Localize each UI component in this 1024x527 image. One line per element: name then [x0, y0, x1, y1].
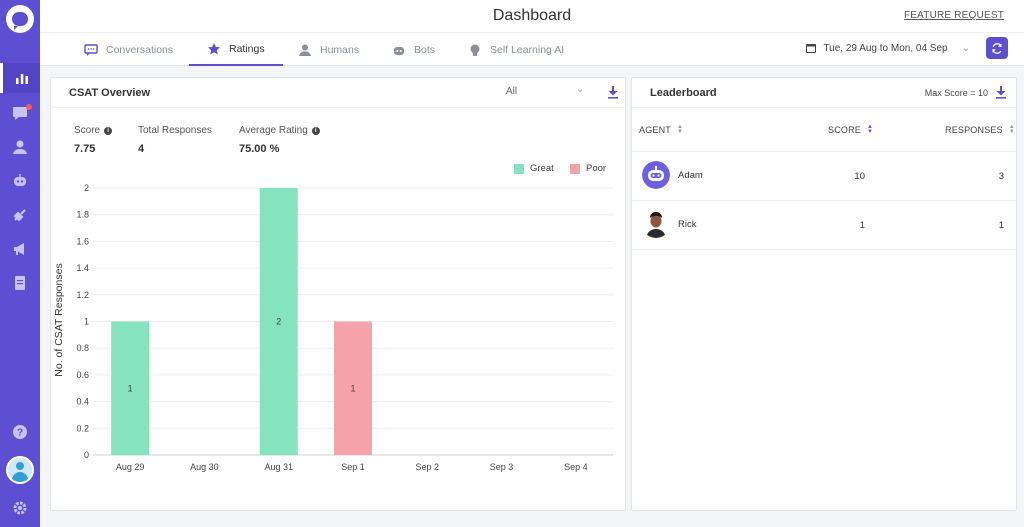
agent-name: Adam: [678, 170, 703, 181]
chat-icon: [84, 43, 98, 56]
leaderboard-row[interactable]: Rick 1 1: [632, 201, 1016, 250]
leaderboard-header: Leaderboard Max Score = 10: [632, 78, 1016, 108]
download-icon[interactable]: [995, 85, 1007, 99]
tab-ratings[interactable]: Ratings: [189, 33, 283, 66]
y-tick-label: 0.6: [76, 370, 89, 380]
bar-data-label: 1: [128, 383, 133, 393]
feature-request-link[interactable]: FEATURE REQUEST: [904, 10, 1004, 21]
tab-label: Self Learning AI: [490, 43, 565, 56]
top-bar: Dashboard FEATURE REQUEST: [40, 0, 1024, 33]
leaderboard-card: Leaderboard Max Score = 10 AGENT ▲ ▼ SCORE…: [631, 77, 1017, 511]
agent-responses: 3: [998, 171, 1004, 182]
y-tick-label: 0: [84, 450, 89, 460]
y-tick-label: 2: [84, 183, 89, 193]
y-tick-label: 1.4: [76, 263, 89, 273]
tab-label: Humans: [320, 43, 360, 56]
tab-label: Bots: [414, 43, 436, 56]
y-tick-label: 0.4: [76, 397, 89, 407]
user-icon: [299, 44, 311, 56]
agent-score: 1: [859, 220, 865, 231]
column-label: AGENT: [639, 125, 672, 135]
x-tick-label: Sep 2: [416, 462, 440, 472]
leaderboard-row[interactable]: Adam 10 3: [632, 152, 1016, 201]
refresh-button[interactable]: [986, 37, 1008, 59]
tab-label: Ratings: [229, 42, 265, 55]
bar-data-label: 2: [276, 317, 281, 327]
tab-humans[interactable]: Humans: [298, 33, 359, 66]
sidebar-item-integrations[interactable]: [0, 200, 40, 230]
user-icon: [13, 140, 27, 154]
sort-icon[interactable]: ▲ ▼: [677, 124, 683, 135]
tab-self-learning-ai[interactable]: Self Learning AI: [468, 33, 564, 66]
tab-label: Conversations: [106, 43, 174, 56]
y-tick-label: 1.8: [76, 210, 89, 220]
star-icon: [208, 42, 220, 54]
x-tick-label: Sep 1: [341, 462, 365, 472]
csat-overview-card: CSAT Overview All ⌄ Score i 7.75 Total Re…: [50, 77, 626, 511]
user-avatar[interactable]: [6, 456, 34, 484]
sidebar: ?: [0, 0, 40, 527]
sort-icon[interactable]: ▲ ▼: [1009, 124, 1015, 135]
column-agent[interactable]: AGENT ▲ ▼: [639, 124, 683, 135]
sidebar-item-reports[interactable]: [0, 268, 40, 298]
svg-text:?: ?: [17, 428, 23, 439]
column-label: RESPONSES: [945, 125, 1003, 135]
agent-name: Rick: [678, 219, 697, 230]
agent-score: 10: [854, 171, 865, 182]
gear-icon: [13, 501, 27, 515]
x-tick-label: Aug 29: [116, 462, 145, 472]
column-score[interactable]: SCORE ▲ ▼: [828, 124, 873, 135]
agent-responses: 1: [998, 220, 1004, 231]
leaderboard-columns: AGENT ▲ ▼ SCORE ▲ ▼ RESPONSES ▲ ▼: [632, 108, 1016, 152]
leaderboard-title: Leaderboard: [650, 87, 717, 99]
sidebar-item-bots[interactable]: [0, 166, 40, 196]
sidebar-item-conversations[interactable]: [0, 98, 40, 128]
max-score-label: Max Score = 10: [924, 88, 988, 98]
person-avatar: [642, 210, 670, 238]
x-tick-label: Aug 30: [190, 462, 219, 472]
sort-icon[interactable]: ▲ ▼: [867, 124, 873, 135]
sidebar-item-users[interactable]: [0, 132, 40, 162]
bar-data-label: 1: [350, 383, 355, 393]
y-tick-label: 0.8: [76, 343, 89, 353]
x-tick-label: Sep 4: [564, 462, 588, 472]
sidebar-item-help[interactable]: ?: [0, 417, 40, 447]
sidebar-item-settings[interactable]: [0, 493, 40, 523]
bar-chart-icon: [15, 74, 28, 84]
tab-bar: Conversations Ratings Humans Bots Self L…: [40, 33, 1024, 66]
megaphone-icon: [14, 243, 24, 255]
tab-conversations[interactable]: Conversations: [84, 33, 173, 66]
notification-dot: [26, 104, 32, 110]
plug-icon: [13, 209, 26, 222]
sidebar-item-campaigns[interactable]: [0, 234, 40, 264]
y-tick-label: 1.6: [76, 236, 89, 246]
page-title: Dashboard: [492, 7, 572, 24]
column-label: SCORE: [828, 125, 862, 135]
date-range-value: Tue, 29 Aug to Mon, 04 Sep: [823, 42, 948, 54]
csat-bar-chart: 0 0.2 0.4 0.6 0.8 1 1.2 1.4 1.6 1.8 2 Aug 29 1 Aug 30…: [76, 183, 613, 472]
calendar-icon: [806, 44, 817, 53]
bulb-icon: [470, 44, 480, 56]
tab-bots[interactable]: Bots: [392, 33, 435, 66]
bot-icon: [14, 174, 26, 186]
date-range-picker[interactable]: Tue, 29 Aug to Mon, 04 Sep ⌄: [805, 42, 970, 54]
help-icon: ?: [13, 425, 27, 439]
chevron-down-icon: ⌄: [961, 42, 970, 54]
x-tick-label: Sep 3: [490, 462, 514, 472]
bot-icon: [394, 46, 404, 55]
y-tick-label: 1: [84, 317, 89, 327]
column-responses[interactable]: RESPONSES ▲ ▼: [945, 124, 1015, 135]
sidebar-item-dashboard[interactable]: [0, 63, 40, 93]
bot-avatar: [642, 161, 670, 189]
y-tick-label: 1.2: [76, 290, 89, 300]
x-tick-label: Aug 31: [264, 462, 293, 472]
document-icon: [15, 276, 25, 290]
refresh-icon: [992, 43, 1002, 54]
y-tick-label: 0.2: [76, 423, 89, 433]
app-logo[interactable]: [6, 5, 34, 33]
